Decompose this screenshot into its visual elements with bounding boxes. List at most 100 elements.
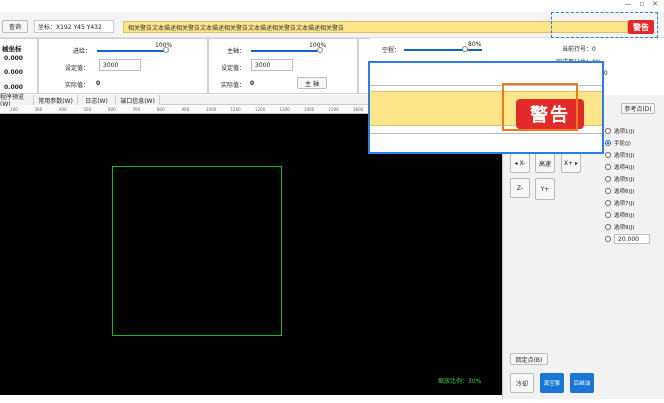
rapid-label: 空程： [382, 47, 401, 54]
work-area-rectangle [112, 166, 282, 336]
alarm-highlight-dashed-frame [551, 12, 658, 38]
ruler-tick-label: 1600 [353, 107, 364, 112]
coolant-button[interactable]: 冷却 [510, 373, 534, 393]
feed-actual-value: 0 [96, 80, 101, 87]
option-label: 选项6(J) [614, 189, 635, 195]
radio-icon[interactable] [605, 176, 611, 182]
ruler-tick-label: 500 [83, 107, 92, 112]
window-controls: — ▫ ✕ [624, 0, 658, 10]
option-label: 选项8(J) [614, 213, 635, 219]
ruler-tick-label: 1500 [328, 107, 339, 112]
tab-bar: 程序预览(W) 常用参数(W) 日志(W) 端口信息(W) [0, 94, 370, 108]
radio-icon[interactable] [605, 152, 611, 158]
callout-warning-bar [370, 91, 504, 126]
radio-icon[interactable] [605, 164, 611, 170]
tab-common-params[interactable]: 常用参数(W) [34, 95, 78, 105]
option-label: 选项1(J) [614, 129, 635, 135]
radio-icon[interactable] [605, 212, 611, 218]
lubrication-button[interactable]: 后继油 [570, 373, 594, 393]
minimize-icon[interactable]: — [624, 0, 631, 10]
jog-x-plus-button[interactable]: X+ ▸ [561, 153, 581, 173]
ruler-tick-label: 700 [132, 107, 141, 112]
option-label: 选项3(J) [614, 153, 635, 159]
ruler-tick-label: 900 [181, 107, 190, 112]
radio-icon[interactable] [605, 236, 611, 242]
ruler-tick-label: 1300 [279, 107, 290, 112]
ruler-tick-label: 1000 [206, 107, 217, 112]
query-button[interactable]: 查询 [2, 20, 28, 33]
zoom-callout: 警告 [368, 61, 604, 154]
spindle-actual-label: 实际值： [221, 82, 246, 89]
ruler-tick-label: 1100 [230, 107, 241, 112]
close-icon[interactable]: ✕ [652, 0, 658, 10]
option-label: 选项7(J) [614, 201, 635, 207]
return-origin-button[interactable]: 回定点(B) [510, 353, 548, 365]
tab-program-preview[interactable]: 程序预览(W) [0, 94, 34, 108]
option-label: 选项5(J) [614, 177, 635, 183]
jog-x-minus-button[interactable]: ◂ X- [510, 153, 530, 173]
feed-slider-thumb[interactable] [163, 47, 169, 53]
reference-point-button[interactable]: 参考点(D) [621, 103, 655, 114]
vacuum-pump-button[interactable]: 真空泵 [540, 373, 564, 393]
ruler-tick-label: 600 [108, 107, 116, 112]
current-line-label: 当前行号：0 [562, 46, 596, 53]
feed-label: 进给： [73, 48, 92, 55]
coord-y-value: 0.000 [4, 69, 23, 76]
option-label: 手轮(J) [614, 141, 631, 147]
ruler-tick-label: 1200 [255, 107, 266, 112]
spindle-panel: 主轴： 100% 设定值： 3000 实际值： 0 主 轴 [208, 38, 358, 94]
option-row[interactable]: 选项8(J) [605, 209, 660, 221]
option-row[interactable]: 选项1(J) [605, 125, 660, 137]
coordinate-readout: 坐标：X192 Y45 Y432 [34, 20, 114, 33]
maximize-icon[interactable]: ▫ [639, 0, 644, 10]
radio-selected-icon[interactable] [605, 140, 611, 146]
coord-x-value: 0.000 [4, 55, 23, 62]
spindle-actual-value: 0 [250, 80, 255, 87]
spindle-label: 主轴： [227, 48, 246, 55]
spindle-slider-track[interactable] [251, 50, 321, 52]
option-label: 选项4(J) [614, 165, 635, 171]
jog-z-minus-button[interactable]: Z- [510, 178, 530, 198]
feed-set-input[interactable]: 3000 [99, 59, 141, 71]
mode-option-list: 选项1(J) 手轮(J) 选项3(J) 选项4(J) 选项5(J) 选项6(J)… [605, 125, 660, 245]
zoom-ratio-label: 缩放比例：30% [438, 378, 482, 385]
feed-slider-track[interactable] [97, 50, 167, 52]
tab-log[interactable]: 日志(W) [78, 95, 116, 105]
radio-icon[interactable] [605, 224, 611, 230]
feed-actual-label: 实际值： [65, 82, 90, 89]
ruler-tick-label: 800 [157, 107, 165, 112]
ruler-tick-label: 200 [10, 107, 18, 112]
radio-icon[interactable] [605, 188, 611, 194]
custom-step-input[interactable]: 20.000 [614, 234, 650, 244]
machine-coords-title: 械坐标 [2, 45, 22, 53]
rapid-percent: 80% [468, 41, 482, 48]
spindle-slider-thumb[interactable] [317, 47, 323, 53]
radio-icon[interactable] [605, 128, 611, 134]
ruler-tick-label: 300 [34, 107, 43, 112]
callout-highlight-orange-frame [502, 83, 578, 131]
jog-fast-button[interactable]: 高速 [535, 153, 555, 173]
ruler-tick-label: 400 [59, 107, 67, 112]
option-row[interactable]: 20.000 [605, 233, 660, 245]
rapid-slider-thumb[interactable] [462, 46, 468, 52]
option-row[interactable]: 手轮(J) [605, 137, 660, 149]
feed-panel: 进给： 100% 设定值： 3000 实际值： 0 [38, 38, 208, 94]
ruler-tick-label: 1400 [304, 107, 315, 112]
feed-set-label: 设定值： [65, 65, 90, 72]
option-row[interactable]: 选项3(J) [605, 149, 660, 161]
option-label: 选项9(J) [614, 225, 635, 231]
toolpath-preview-canvas[interactable]: 缩放比例：30% [0, 114, 502, 395]
spindle-set-input[interactable]: 3000 [251, 59, 293, 71]
radio-icon[interactable] [605, 200, 611, 206]
rapid-slider-track[interactable] [404, 49, 482, 51]
option-row[interactable]: 选项4(J) [605, 161, 660, 173]
machine-coordinates-panel: 械坐标 0.000 0.000 0.000 [0, 38, 38, 94]
coord-z-value: 0.000 [4, 84, 23, 91]
jog-y-plus-button[interactable]: Y+ [535, 178, 555, 200]
option-row[interactable]: 选项6(J) [605, 185, 660, 197]
option-row[interactable]: 选项5(J) [605, 173, 660, 185]
spindle-button[interactable]: 主 轴 [297, 77, 327, 89]
tab-port-info[interactable]: 端口信息(W) [116, 95, 160, 105]
option-row[interactable]: 选项9(J) [605, 221, 660, 233]
option-row[interactable]: 选项7(J) [605, 197, 660, 209]
